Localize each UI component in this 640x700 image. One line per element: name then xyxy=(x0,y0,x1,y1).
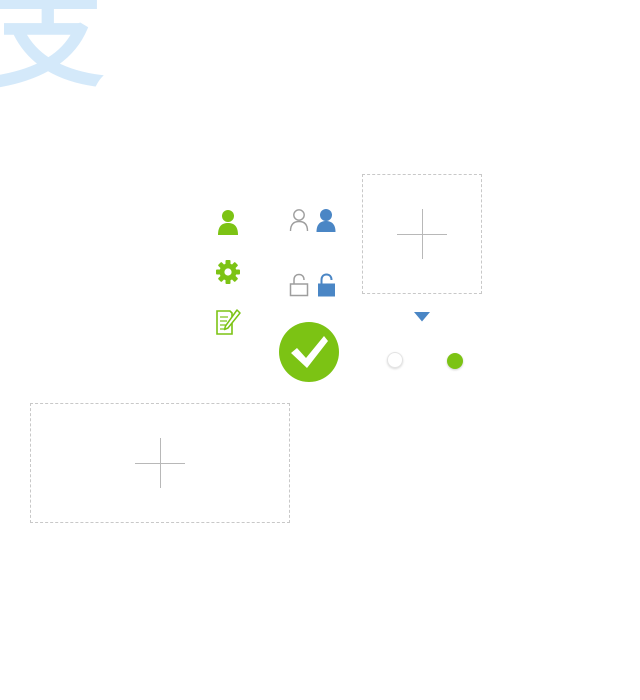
gear-icon[interactable] xyxy=(215,259,241,285)
page-canvas: 支 xyxy=(0,0,640,700)
upload-box-small[interactable] xyxy=(362,174,482,294)
user-outline-icon[interactable] xyxy=(289,208,309,232)
edit-icon[interactable] xyxy=(215,308,241,336)
plus-icon-vertical xyxy=(421,209,423,259)
caret-down-icon[interactable] xyxy=(414,312,430,322)
user-icon-blue[interactable] xyxy=(316,208,336,232)
upload-box-large[interactable] xyxy=(30,403,290,523)
unlock-icon[interactable] xyxy=(317,273,337,297)
radio-selected[interactable] xyxy=(447,353,463,369)
plus-icon-vertical xyxy=(159,438,161,488)
lock-outline-icon[interactable] xyxy=(289,273,309,297)
radio-unselected[interactable] xyxy=(387,352,403,368)
logo-glyph: 支 xyxy=(0,0,104,103)
user-icon[interactable] xyxy=(217,209,239,235)
check-icon[interactable] xyxy=(279,322,339,382)
